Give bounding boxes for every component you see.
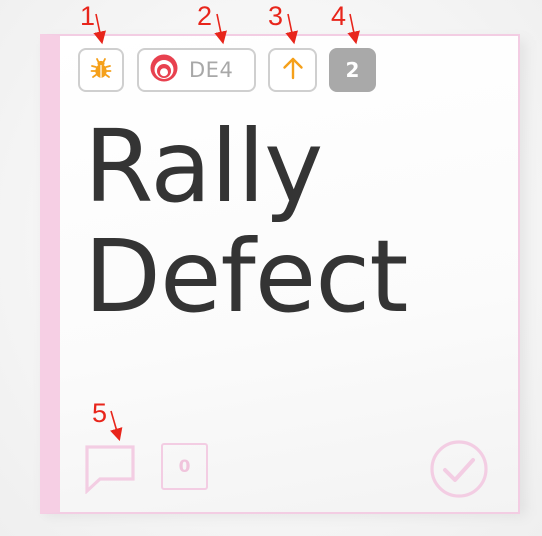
annotation-arrow-1 (96, 14, 101, 38)
annotation-arrow-3 (288, 14, 293, 38)
annotation-arrow-4 (350, 14, 355, 38)
annotation-arrows (0, 0, 542, 536)
annotation-arrow-2 (217, 14, 222, 38)
annotation-arrow-5 (111, 411, 118, 435)
